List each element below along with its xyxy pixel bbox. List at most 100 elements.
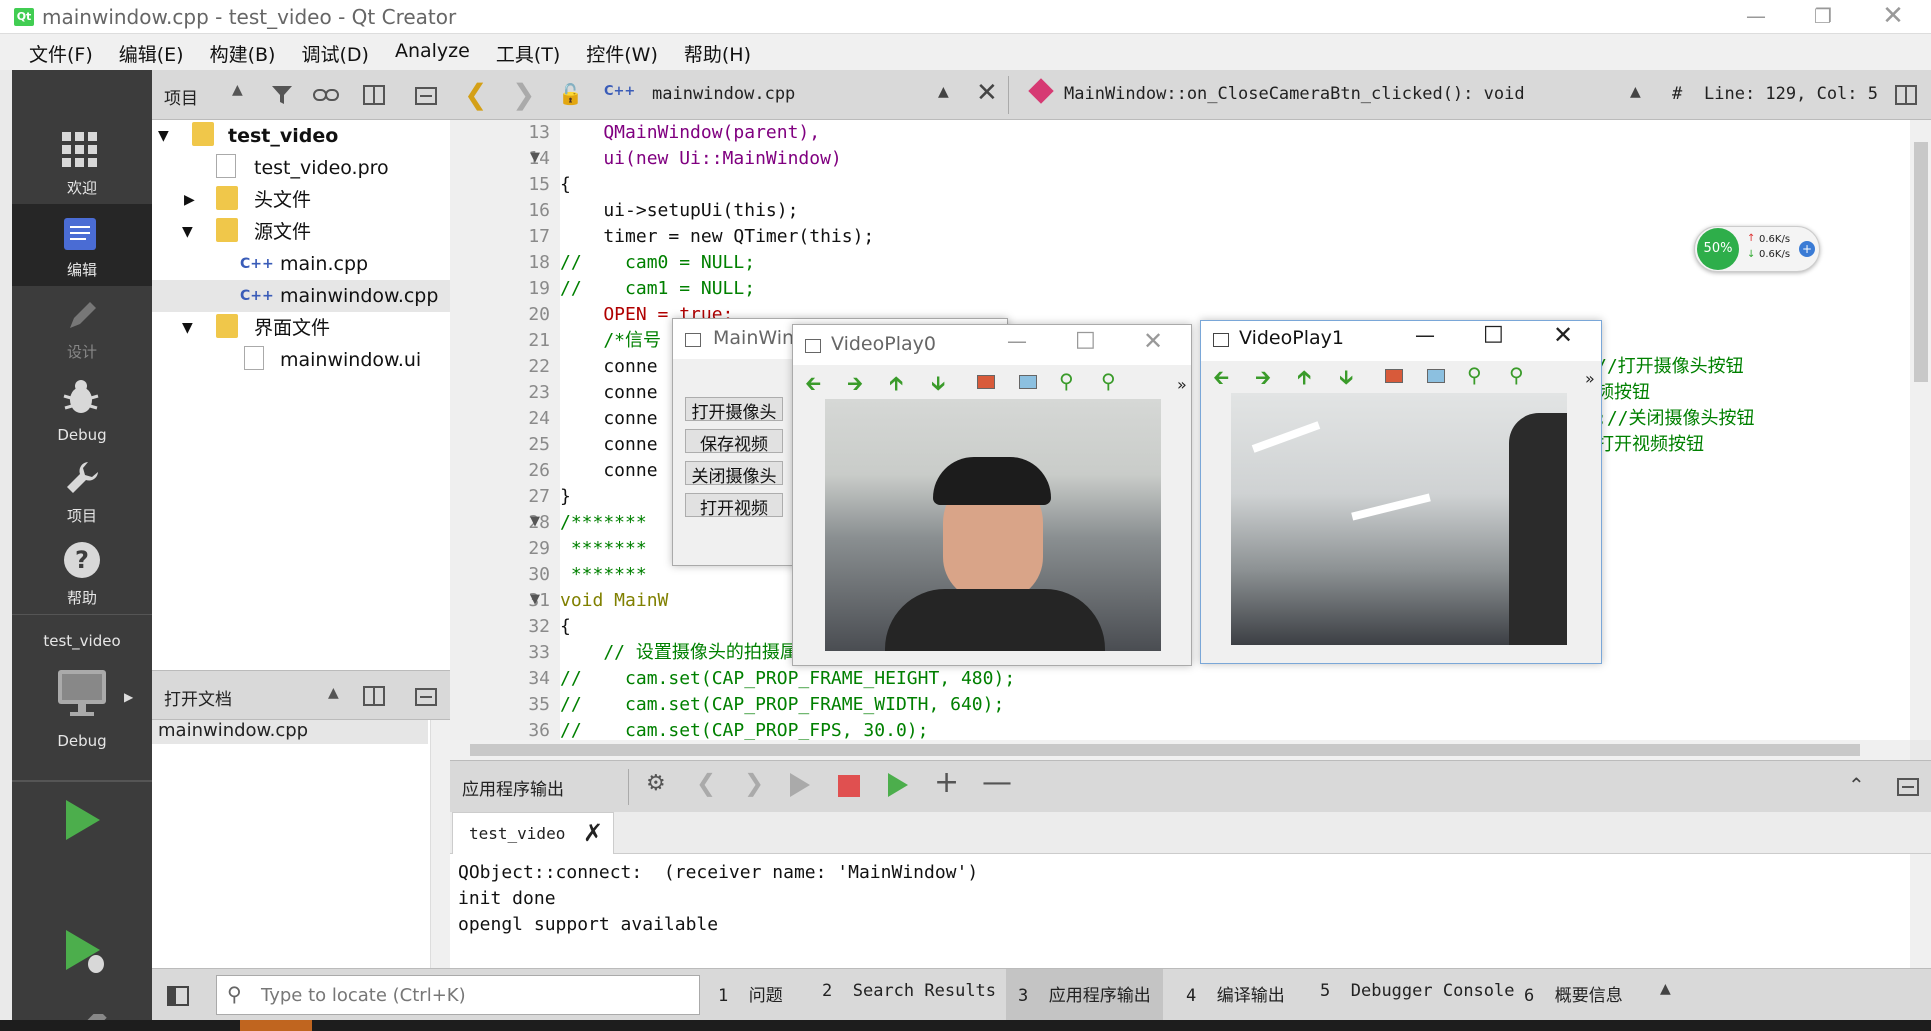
output-scrollbar[interactable] — [1910, 854, 1931, 968]
mode-help[interactable]: ? 帮助 — [12, 532, 152, 614]
menu-analyze[interactable]: Analyze — [382, 34, 483, 70]
close-button[interactable]: ✕ — [1553, 321, 1573, 349]
fold-marker-icon[interactable]: ▼ — [530, 592, 540, 607]
menu-debug[interactable]: 调试(D) — [288, 34, 381, 70]
previous-item-icon[interactable]: ❮ — [696, 769, 716, 797]
mode-projects[interactable]: 项目 — [12, 450, 152, 532]
snapshot-icon[interactable] — [1385, 369, 1403, 383]
tree-project-root[interactable]: test_video — [228, 120, 338, 152]
output-tab-test-video[interactable]: test_video ✗ — [452, 812, 614, 854]
close-document-icon[interactable]: ✕ — [976, 78, 998, 108]
function-selector[interactable]: MainWindow::on_CloseCameraBtn_clicked():… — [1064, 84, 1525, 104]
collapsed-arrow-icon[interactable]: ▶ — [184, 184, 195, 216]
zoom-out-icon[interactable]: ⚲ — [1101, 369, 1116, 393]
kit-selector[interactable]: ▶ Debug — [12, 660, 152, 760]
pane-button-app-output[interactable]: 3 应用程序输出 — [1006, 969, 1163, 1021]
mode-welcome[interactable]: 欢迎 — [12, 122, 152, 204]
editor-vertical-scrollbar[interactable] — [1910, 120, 1931, 740]
zoom-out-icon[interactable]: ⚲ — [1509, 363, 1524, 387]
view-selector-arrow-icon[interactable]: ▲ — [232, 82, 243, 98]
menu-build[interactable]: 构建(B) — [197, 34, 289, 70]
close-tab-icon[interactable]: ✗ — [583, 819, 603, 847]
expand-arrow-icon[interactable]: ▼ — [158, 120, 169, 152]
split-icon[interactable] — [362, 84, 388, 106]
function-dropdown-arrow-icon[interactable]: ▲ — [1630, 84, 1641, 100]
tree-item-forms[interactable]: 界面文件 — [254, 312, 330, 344]
picture-icon[interactable] — [1019, 375, 1037, 389]
tree-item-mainwindow-cpp[interactable]: mainwindow.cpp — [280, 280, 438, 312]
menu-edit[interactable]: 编辑(E) — [106, 34, 197, 70]
pane-button-compile-output[interactable]: 4 编译输出 — [1186, 981, 1285, 1006]
minimize-button[interactable]: — — [1726, 0, 1786, 34]
pane-button-search-results[interactable]: 2 Search Results — [822, 981, 996, 1001]
arrow-up-icon[interactable]: 🡱 — [1297, 363, 1311, 397]
file-dropdown-arrow-icon[interactable]: ▲ — [938, 84, 949, 100]
arrow-down-icon[interactable]: 🡳 — [931, 369, 945, 403]
editor-horizontal-scrollbar[interactable] — [450, 740, 1910, 760]
current-file-name[interactable]: mainwindow.cpp — [652, 84, 795, 104]
mode-design[interactable]: 设计 — [12, 286, 152, 368]
tree-item-sources[interactable]: 源文件 — [254, 216, 311, 248]
application-output[interactable]: QObject::connect: (receiver name: 'MainW… — [450, 854, 1931, 968]
expand-arrow-icon[interactable]: ▼ — [182, 312, 193, 344]
clear-output-icon[interactable]: ⚙ — [646, 771, 666, 796]
maximize-button[interactable]: □ — [1483, 321, 1504, 346]
menu-widgets[interactable]: 控件(W) — [573, 34, 671, 70]
close-camera-button[interactable]: 关闭摄像头 — [685, 461, 783, 487]
minimize-button[interactable]: — — [1415, 323, 1435, 347]
pane-button-issues[interactable]: 1 问题 — [718, 981, 783, 1006]
tree-item-pro[interactable]: test_video.pro — [254, 152, 389, 184]
tree-item-mainwindow-ui[interactable]: mainwindow.ui — [280, 344, 421, 376]
mode-edit[interactable]: 编辑 — [12, 204, 152, 286]
back-arrow-icon[interactable]: ❮ — [464, 78, 487, 111]
split-icon[interactable] — [362, 685, 388, 707]
open-video-button[interactable]: 打开视频 — [685, 493, 783, 519]
arrow-right-icon[interactable]: 🡲 — [847, 369, 863, 403]
zoom-in-icon[interactable]: ⚲ — [1467, 363, 1482, 387]
pane-button-general-messages[interactable]: 6 概要信息 — [1524, 981, 1623, 1006]
run-button[interactable] — [12, 780, 152, 862]
fold-marker-icon[interactable]: ▼ — [530, 150, 540, 165]
pane-button-debugger-console[interactable]: 5 Debugger Console — [1320, 981, 1515, 1001]
close-pane-icon[interactable] — [414, 84, 438, 106]
arrow-right-icon[interactable]: 🡲 — [1255, 363, 1271, 397]
link-icon[interactable] — [312, 84, 340, 106]
forward-arrow-icon[interactable]: ❯ — [512, 78, 535, 111]
open-docs-scrollbar[interactable] — [430, 720, 450, 968]
zoom-in-output-icon[interactable]: + — [934, 765, 959, 800]
filter-icon[interactable] — [270, 84, 294, 106]
zoom-in-icon[interactable]: ⚲ — [1059, 369, 1074, 393]
debug-run-button[interactable] — [12, 920, 152, 1002]
fold-marker-icon[interactable]: ▼ — [530, 514, 540, 529]
rerun-icon[interactable] — [790, 773, 810, 797]
more-tools-indicator[interactable]: » — [1585, 369, 1595, 388]
menu-file[interactable]: 文件(F) — [16, 34, 106, 70]
locator-input[interactable]: ⚲ Type to locate (Ctrl+K) — [216, 975, 700, 1015]
sort-arrow-icon[interactable]: ▲ — [328, 685, 339, 701]
picture-icon[interactable] — [1427, 369, 1445, 383]
close-button[interactable]: ✕ — [1143, 327, 1163, 355]
zoom-out-output-icon[interactable]: — — [982, 765, 1012, 800]
open-camera-button[interactable]: 打开摄像头 — [685, 397, 783, 423]
close-window-button[interactable]: ✕ — [1863, 0, 1923, 34]
arrow-up-icon[interactable]: 🡱 — [889, 369, 903, 403]
menu-help[interactable]: 帮助(H) — [671, 34, 764, 70]
arrow-left-icon[interactable]: 🡰 — [1213, 363, 1229, 397]
open-doc-item[interactable]: mainwindow.cpp — [158, 720, 308, 741]
close-pane-icon[interactable] — [1896, 777, 1920, 797]
mode-debug[interactable]: Debug — [12, 368, 152, 450]
cursor-position[interactable]: Line: 129, Col: 5 — [1704, 84, 1878, 104]
restore-button[interactable]: ❐ — [1793, 0, 1853, 34]
more-tools-indicator[interactable]: » — [1177, 375, 1187, 394]
next-item-icon[interactable]: ❯ — [744, 769, 764, 797]
expand-arrow-icon[interactable]: ▼ — [182, 216, 193, 248]
accelerate-icon[interactable]: + — [1799, 241, 1815, 257]
snapshot-icon[interactable] — [977, 375, 995, 389]
split-editor-icon[interactable] — [1894, 84, 1920, 106]
save-video-button[interactable]: 保存视频 — [685, 429, 783, 455]
tree-item-headers[interactable]: 头文件 — [254, 184, 311, 216]
close-pane-icon[interactable] — [414, 685, 438, 707]
minimize-button[interactable]: — — [1007, 329, 1027, 353]
menu-tools[interactable]: 工具(T) — [483, 34, 573, 70]
arrow-left-icon[interactable]: 🡰 — [805, 369, 821, 403]
